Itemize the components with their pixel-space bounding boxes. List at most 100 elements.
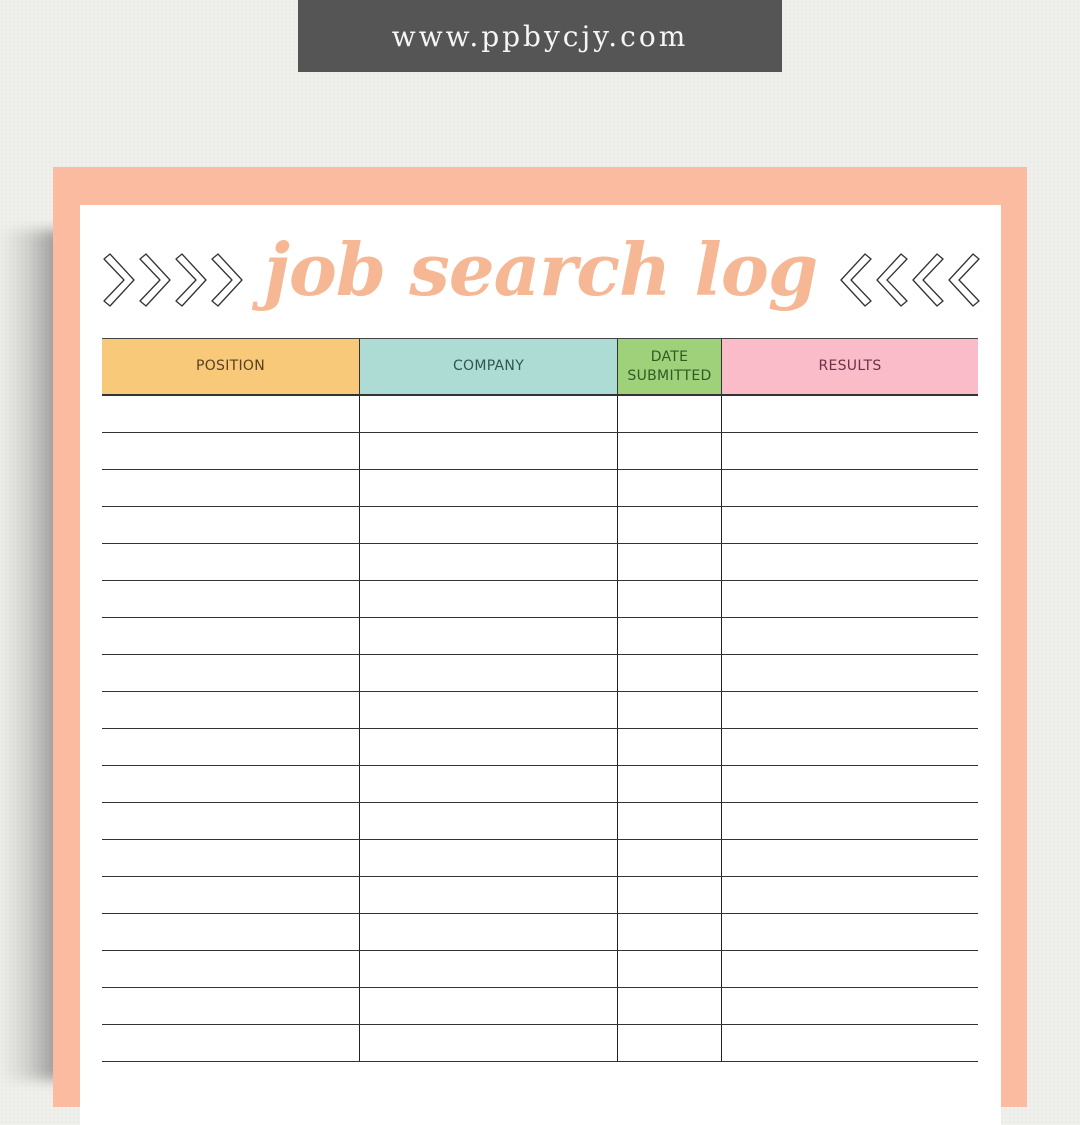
cell-position[interactable] bbox=[102, 691, 360, 729]
chevron-left-icon bbox=[876, 253, 908, 307]
cell-company[interactable] bbox=[359, 654, 618, 692]
cell-position[interactable] bbox=[102, 617, 360, 655]
cell-company[interactable] bbox=[359, 691, 618, 729]
cell-company[interactable] bbox=[359, 913, 618, 951]
cell-company[interactable] bbox=[359, 802, 618, 840]
table-row bbox=[102, 580, 978, 618]
cell-company[interactable] bbox=[359, 728, 618, 766]
table-row bbox=[102, 1024, 978, 1062]
cell-results[interactable] bbox=[721, 580, 978, 618]
cell-date-submitted[interactable] bbox=[617, 654, 722, 692]
column-header-date-submitted: DATE SUBMITTED bbox=[617, 338, 722, 396]
column-header-results: RESULTS bbox=[721, 338, 978, 396]
website-banner: www.ppbycjy.com bbox=[298, 0, 782, 72]
cell-results[interactable] bbox=[721, 802, 978, 840]
cell-results[interactable] bbox=[721, 617, 978, 655]
cell-company[interactable] bbox=[359, 876, 618, 914]
cell-position[interactable] bbox=[102, 950, 360, 988]
cell-company[interactable] bbox=[359, 432, 618, 470]
cell-date-submitted[interactable] bbox=[617, 987, 722, 1025]
cell-position[interactable] bbox=[102, 469, 360, 507]
chevron-left-icon bbox=[912, 253, 944, 307]
cell-date-submitted[interactable] bbox=[617, 876, 722, 914]
cell-date-submitted[interactable] bbox=[617, 469, 722, 507]
cell-company[interactable] bbox=[359, 617, 618, 655]
job-search-table: POSITION COMPANY DATE SUBMITTED RESULTS bbox=[102, 338, 978, 1062]
chevron-left-icon bbox=[948, 253, 980, 307]
cell-date-submitted[interactable] bbox=[617, 432, 722, 470]
cell-results[interactable] bbox=[721, 876, 978, 914]
cell-position[interactable] bbox=[102, 506, 360, 544]
cell-results[interactable] bbox=[721, 395, 978, 433]
column-header-position: POSITION bbox=[102, 338, 360, 396]
page-content: job search log POSITION COMPANY DATE SUB… bbox=[80, 205, 1001, 1125]
website-url: www.ppbycjy.com bbox=[391, 19, 689, 53]
cell-results[interactable] bbox=[721, 432, 978, 470]
table-row bbox=[102, 765, 978, 803]
cell-company[interactable] bbox=[359, 1024, 618, 1062]
table-row bbox=[102, 876, 978, 914]
cell-position[interactable] bbox=[102, 543, 360, 581]
printable-page: job search log POSITION COMPANY DATE SUB… bbox=[53, 167, 1027, 1125]
cell-date-submitted[interactable] bbox=[617, 506, 722, 544]
cell-company[interactable] bbox=[359, 506, 618, 544]
cell-date-submitted[interactable] bbox=[617, 765, 722, 803]
cell-position[interactable] bbox=[102, 654, 360, 692]
cell-date-submitted[interactable] bbox=[617, 617, 722, 655]
cell-position[interactable] bbox=[102, 728, 360, 766]
cell-results[interactable] bbox=[721, 469, 978, 507]
cell-company[interactable] bbox=[359, 765, 618, 803]
date-header-line1: DATE bbox=[650, 348, 689, 365]
cell-date-submitted[interactable] bbox=[617, 839, 722, 877]
cell-position[interactable] bbox=[102, 913, 360, 951]
cell-position[interactable] bbox=[102, 876, 360, 914]
cell-date-submitted[interactable] bbox=[617, 691, 722, 729]
cell-position[interactable] bbox=[102, 802, 360, 840]
cell-position[interactable] bbox=[102, 839, 360, 877]
cell-date-submitted[interactable] bbox=[617, 543, 722, 581]
cell-position[interactable] bbox=[102, 987, 360, 1025]
cell-date-submitted[interactable] bbox=[617, 395, 722, 433]
cell-position[interactable] bbox=[102, 765, 360, 803]
cell-company[interactable] bbox=[359, 469, 618, 507]
cell-company[interactable] bbox=[359, 950, 618, 988]
cell-results[interactable] bbox=[721, 913, 978, 951]
cell-results[interactable] bbox=[721, 765, 978, 803]
table-row bbox=[102, 950, 978, 988]
cell-date-submitted[interactable] bbox=[617, 913, 722, 951]
table-row bbox=[102, 469, 978, 507]
cell-results[interactable] bbox=[721, 1024, 978, 1062]
cell-position[interactable] bbox=[102, 580, 360, 618]
table-row bbox=[102, 617, 978, 655]
table-row bbox=[102, 432, 978, 470]
cell-results[interactable] bbox=[721, 987, 978, 1025]
cell-results[interactable] bbox=[721, 691, 978, 729]
cell-position[interactable] bbox=[102, 432, 360, 470]
table-row bbox=[102, 506, 978, 544]
table-row bbox=[102, 691, 978, 729]
cell-company[interactable] bbox=[359, 987, 618, 1025]
cell-company[interactable] bbox=[359, 839, 618, 877]
table-row bbox=[102, 543, 978, 581]
table-body bbox=[102, 395, 978, 1062]
cell-company[interactable] bbox=[359, 580, 618, 618]
cell-results[interactable] bbox=[721, 728, 978, 766]
cell-position[interactable] bbox=[102, 1024, 360, 1062]
cell-date-submitted[interactable] bbox=[617, 802, 722, 840]
cell-date-submitted[interactable] bbox=[617, 950, 722, 988]
cell-date-submitted[interactable] bbox=[617, 580, 722, 618]
cell-position[interactable] bbox=[102, 395, 360, 433]
cell-date-submitted[interactable] bbox=[617, 728, 722, 766]
cell-date-submitted[interactable] bbox=[617, 1024, 722, 1062]
cell-results[interactable] bbox=[721, 654, 978, 692]
cell-results[interactable] bbox=[721, 506, 978, 544]
table-row bbox=[102, 728, 978, 766]
cell-company[interactable] bbox=[359, 543, 618, 581]
table-row bbox=[102, 913, 978, 951]
cell-company[interactable] bbox=[359, 395, 618, 433]
cell-results[interactable] bbox=[721, 839, 978, 877]
table-row bbox=[102, 395, 978, 433]
table-row bbox=[102, 987, 978, 1025]
cell-results[interactable] bbox=[721, 543, 978, 581]
cell-results[interactable] bbox=[721, 950, 978, 988]
